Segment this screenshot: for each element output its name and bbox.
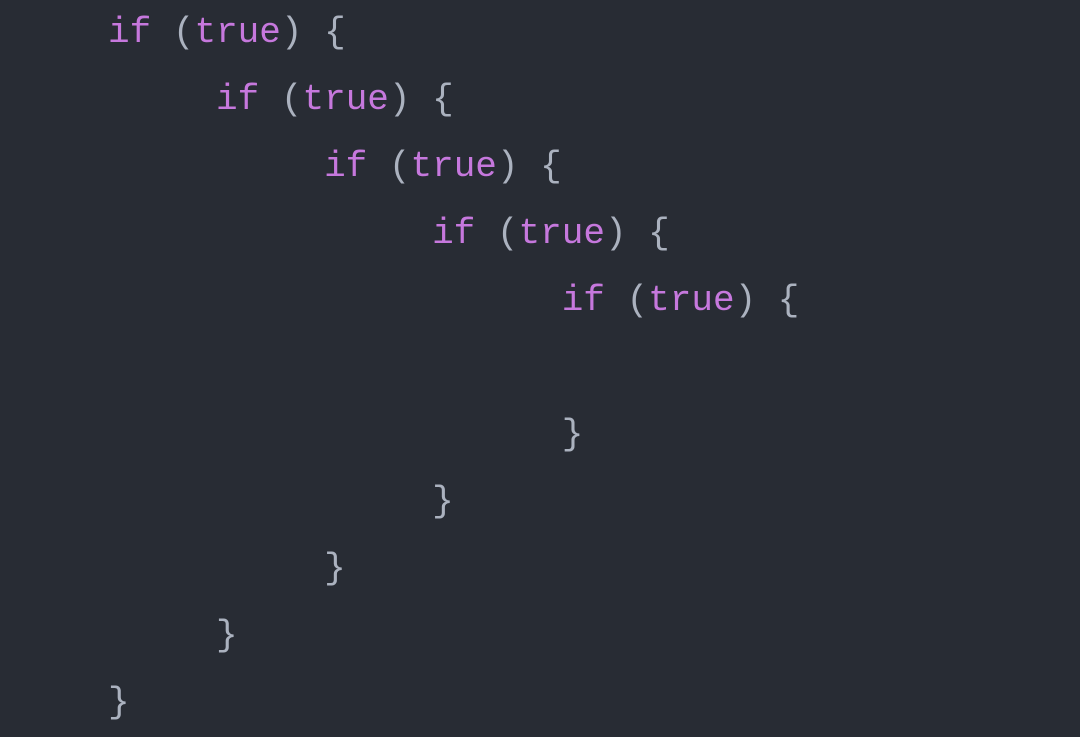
open-brace: { (432, 79, 454, 120)
open-brace: { (324, 12, 346, 53)
code-line-blank (0, 335, 1080, 402)
keyword-if: if (108, 12, 151, 53)
code-line: if (true) { (0, 268, 1080, 335)
code-line: if (true) { (0, 134, 1080, 201)
close-paren: ) (389, 79, 411, 120)
close-paren: ) (605, 213, 627, 254)
open-paren: ( (389, 146, 411, 187)
code-line: } (0, 536, 1080, 603)
close-paren: ) (497, 146, 519, 187)
boolean-true: true (302, 79, 388, 120)
boolean-true: true (411, 146, 497, 187)
close-brace: } (432, 481, 454, 522)
open-paren: ( (281, 79, 303, 120)
close-paren: ) (735, 280, 757, 321)
close-paren: ) (281, 12, 303, 53)
open-brace: { (778, 280, 800, 321)
code-line: if (true) { (0, 0, 1080, 67)
boolean-true: true (519, 213, 605, 254)
open-brace: { (648, 213, 670, 254)
keyword-if: if (432, 213, 475, 254)
keyword-if: if (324, 146, 367, 187)
code-line: } (0, 670, 1080, 737)
close-brace: } (216, 615, 238, 656)
close-brace: } (324, 548, 346, 589)
open-brace: { (540, 146, 562, 187)
keyword-if: if (216, 79, 259, 120)
code-line: } (0, 469, 1080, 536)
code-line: if (true) { (0, 67, 1080, 134)
open-paren: ( (497, 213, 519, 254)
boolean-true: true (648, 280, 734, 321)
close-brace: } (108, 682, 130, 723)
keyword-if: if (562, 280, 605, 321)
boolean-true: true (194, 12, 280, 53)
code-editor[interactable]: if (true) { if (true) { if (true) { if (… (0, 0, 1080, 737)
code-line: } (0, 603, 1080, 670)
code-line: } (0, 402, 1080, 469)
code-line: if (true) { (0, 201, 1080, 268)
close-brace: } (562, 414, 584, 455)
code-block: if (true) { if (true) { if (true) { if (… (0, 0, 1080, 737)
open-paren: ( (173, 12, 195, 53)
open-paren: ( (627, 280, 649, 321)
